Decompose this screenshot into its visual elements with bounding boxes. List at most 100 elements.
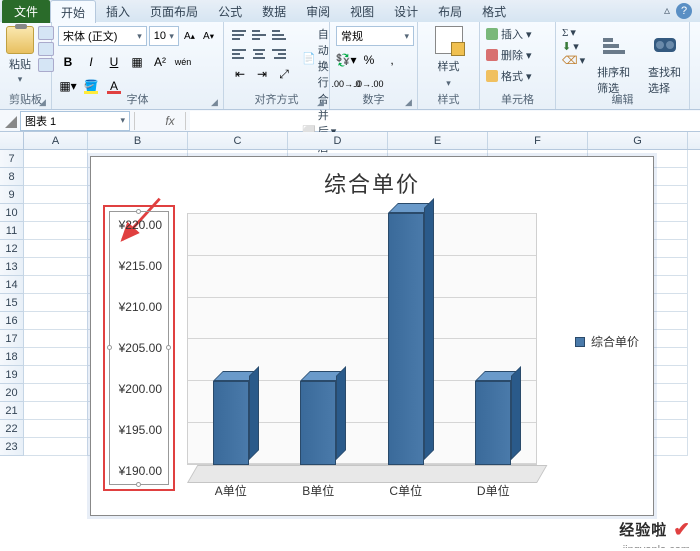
row-header-21[interactable]: 21 — [0, 402, 24, 420]
tab-chart-layout[interactable]: 布局 — [428, 0, 472, 22]
percent-button[interactable]: % — [359, 50, 379, 70]
cell[interactable] — [24, 420, 88, 438]
row-header-7[interactable]: 7 — [0, 150, 24, 168]
tab-page-layout[interactable]: 页面布局 — [140, 0, 208, 22]
clear-button[interactable]: ⌫ ▾ — [562, 54, 585, 67]
find-select-button[interactable]: 查找和选择 — [648, 38, 683, 96]
alignment-launcher-icon[interactable]: ◢ — [317, 97, 327, 107]
tab-format[interactable]: 格式 — [472, 0, 516, 22]
row-header-20[interactable]: 20 — [0, 384, 24, 402]
chart-bar[interactable] — [388, 213, 424, 465]
chart-bar[interactable] — [475, 381, 511, 465]
cell[interactable] — [24, 168, 88, 186]
shrink-font-button[interactable]: A▾ — [200, 26, 217, 46]
tab-insert[interactable]: 插入 — [96, 0, 140, 22]
cell[interactable] — [24, 330, 88, 348]
row-header-8[interactable]: 8 — [0, 168, 24, 186]
cell[interactable] — [24, 312, 88, 330]
sort-filter-button[interactable]: 排序和筛选 — [597, 38, 632, 96]
tab-home[interactable]: 开始 — [50, 0, 96, 23]
select-all-button[interactable] — [0, 111, 20, 131]
row-header-11[interactable]: 11 — [0, 222, 24, 240]
font-launcher-icon[interactable]: ◢ — [211, 97, 221, 107]
help-icon[interactable]: ? — [676, 3, 692, 19]
italic-button[interactable]: I — [81, 52, 101, 72]
row-header-19[interactable]: 19 — [0, 366, 24, 384]
chart-bar[interactable] — [213, 381, 249, 465]
clipboard-launcher-icon[interactable]: ◢ — [39, 97, 49, 107]
underline-button[interactable]: U — [104, 52, 124, 72]
font-size-select[interactable]: 10▾ — [149, 26, 179, 46]
chart-plot-area[interactable] — [187, 213, 537, 483]
row-header-18[interactable]: 18 — [0, 348, 24, 366]
format-cells-button[interactable]: 格式 ▾ — [486, 68, 549, 84]
chart-x-axis[interactable]: A单位 B单位 C单位 D单位 — [187, 482, 537, 499]
cell[interactable] — [24, 402, 88, 420]
delete-cells-button[interactable]: 删除 ▾ — [486, 47, 549, 63]
col-header-C[interactable]: C — [188, 132, 288, 149]
cell[interactable] — [24, 204, 88, 222]
autosum-button[interactable]: Σ ▾ — [562, 26, 585, 39]
cell[interactable] — [24, 258, 88, 276]
increase-indent-button[interactable]: ⇥ — [252, 64, 272, 84]
cell[interactable] — [24, 384, 88, 402]
decrease-indent-button[interactable]: ⇤ — [230, 64, 250, 84]
row-header-15[interactable]: 15 — [0, 294, 24, 312]
fx-button[interactable]: fx — [159, 114, 181, 128]
chart-y-axis-selected[interactable]: ¥220.00 ¥215.00 ¥210.00 ¥205.00 ¥200.00 … — [103, 205, 175, 491]
comma-button[interactable]: , — [382, 50, 402, 70]
tab-formula[interactable]: 公式 — [208, 0, 252, 22]
row-header-22[interactable]: 22 — [0, 420, 24, 438]
chart-object[interactable]: 综合单价 ¥220.00 ¥215.00 ¥210.00 ¥205.00 ¥20… — [90, 156, 654, 516]
row-header-16[interactable]: 16 — [0, 312, 24, 330]
row-header-10[interactable]: 10 — [0, 204, 24, 222]
orientation-button[interactable]: ⤢ — [274, 64, 294, 84]
cell[interactable] — [24, 222, 88, 240]
insert-cells-button[interactable]: 插入 ▾ — [486, 26, 549, 42]
col-header-F[interactable]: F — [488, 132, 588, 149]
cell[interactable] — [24, 186, 88, 204]
number-launcher-icon[interactable]: ◢ — [405, 97, 415, 107]
col-header-A[interactable]: A — [24, 132, 88, 149]
align-bottom-button[interactable] — [270, 26, 288, 44]
bold-button[interactable]: B — [58, 52, 78, 72]
fill-button[interactable]: ⬇ ▾ — [562, 40, 585, 53]
superscript-button[interactable]: A² — [150, 52, 170, 72]
minimize-ribbon-icon[interactable]: ▵ — [664, 3, 670, 19]
font-name-select[interactable]: 宋体 (正文)▾ — [58, 26, 147, 46]
row-header-12[interactable]: 12 — [0, 240, 24, 258]
align-left-button[interactable] — [230, 45, 248, 63]
row-header-17[interactable]: 17 — [0, 330, 24, 348]
align-center-button[interactable] — [250, 45, 268, 63]
row-header-23[interactable]: 23 — [0, 438, 24, 456]
row-header-9[interactable]: 9 — [0, 186, 24, 204]
border-button[interactable]: ▦ — [127, 52, 147, 72]
tab-review[interactable]: 审阅 — [296, 0, 340, 22]
row-header-13[interactable]: 13 — [0, 258, 24, 276]
col-header-G[interactable]: G — [588, 132, 688, 149]
accounting-format-button[interactable]: 💱▾ — [336, 50, 356, 70]
cell[interactable] — [24, 276, 88, 294]
name-box[interactable]: 图表 1 ▾ — [20, 111, 130, 131]
align-right-button[interactable] — [270, 45, 288, 63]
phonetic-button[interactable]: wén — [173, 52, 193, 72]
tab-view[interactable]: 视图 — [340, 0, 384, 22]
col-header-E[interactable]: E — [388, 132, 488, 149]
tab-design[interactable]: 设计 — [384, 0, 428, 22]
cell[interactable] — [24, 348, 88, 366]
col-header-D[interactable]: D — [288, 132, 388, 149]
cell[interactable] — [24, 366, 88, 384]
chart-title[interactable]: 综合单价 — [97, 167, 647, 199]
number-format-select[interactable]: 常规▾ — [336, 26, 414, 46]
align-middle-button[interactable] — [250, 26, 268, 44]
tab-file[interactable]: 文件 — [2, 0, 50, 23]
chart-bar[interactable] — [300, 381, 336, 465]
align-top-button[interactable] — [230, 26, 248, 44]
styles-button[interactable]: 样式 — [438, 58, 460, 74]
cell[interactable] — [24, 150, 88, 168]
col-header-B[interactable]: B — [88, 132, 188, 149]
chart-legend[interactable]: 综合单价 — [575, 333, 639, 350]
cell[interactable] — [24, 294, 88, 312]
grow-font-button[interactable]: A▴ — [181, 26, 198, 46]
row-header-14[interactable]: 14 — [0, 276, 24, 294]
